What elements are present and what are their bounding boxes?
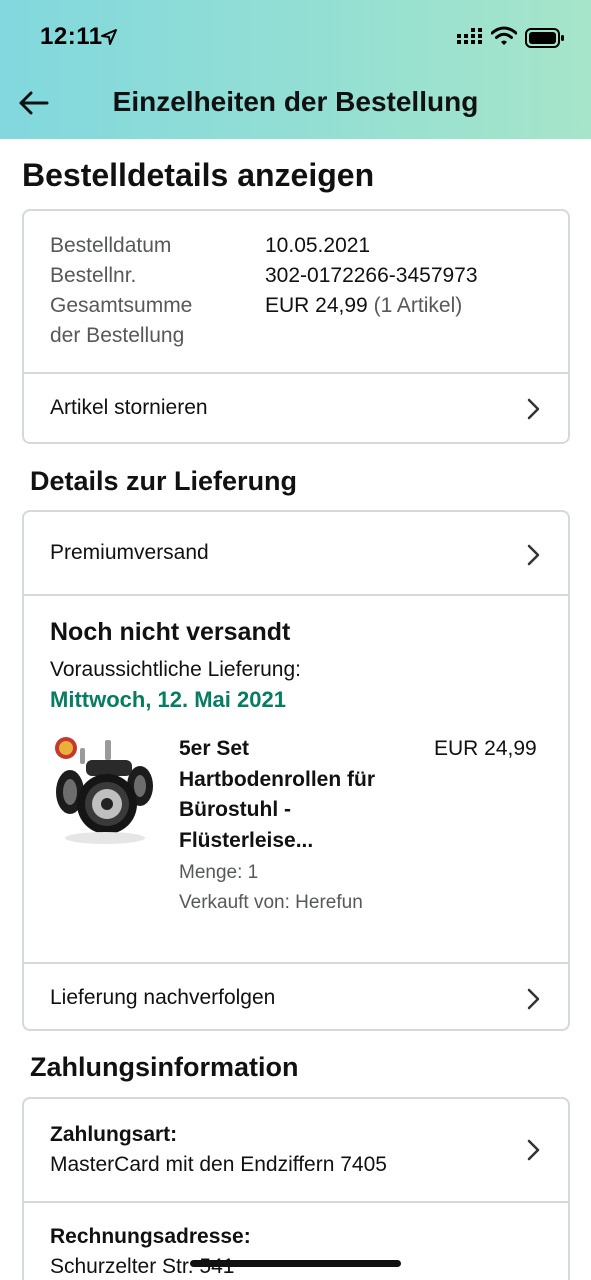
- cancel-items-row[interactable]: Artikel stornieren: [24, 374, 568, 442]
- product-name-line: Bürostuhl -: [179, 798, 291, 821]
- product-quantity: Menge: 1: [179, 862, 259, 883]
- billing-address-value: Schurzelter Str. 541: [50, 1255, 235, 1278]
- order-total-value: EUR 24,99: [265, 294, 368, 317]
- billing-address-label: Rechnungsadresse:: [50, 1225, 251, 1248]
- product-seller: Verkauft von: Herefun: [179, 892, 363, 913]
- shipping-method-row[interactable]: Premiumversand: [24, 512, 568, 594]
- order-total-value-wrap: EUR 24,99 (1 Artikel): [265, 291, 462, 321]
- home-indicator: [190, 1260, 401, 1267]
- track-delivery-row[interactable]: Lieferung nachverfolgen: [24, 964, 568, 1029]
- nav-title: Einzelheiten der Bestellung: [112, 86, 479, 117]
- chevron-right-icon: [527, 988, 540, 1010]
- app-header: 12:11 Einzelheiten der Bestellung: [0, 0, 591, 139]
- delivery-card: Premiumversand Noch nicht versandt Vorau…: [22, 510, 570, 1031]
- status-time: 12:11: [40, 23, 103, 50]
- payment-method-label: Zahlungsart:: [50, 1123, 178, 1146]
- order-number-value: 302-0172266-3457973: [265, 264, 478, 287]
- order-item-count: (1 Artikel): [373, 294, 463, 317]
- product-price: EUR 24,99: [434, 737, 537, 760]
- shipment-status: Noch nicht versandt: [50, 618, 291, 646]
- chevron-right-icon: [527, 1139, 540, 1161]
- divider: [24, 1201, 568, 1203]
- product-name-line: Hartbodenrollen für: [179, 767, 376, 791]
- order-date-value: 10.05.2021: [265, 234, 371, 257]
- divider: [24, 594, 568, 596]
- payment-card: Zahlungsart: MasterCard mit den Endziffe…: [22, 1097, 570, 1280]
- page-title: Bestelldetails anzeigen: [22, 157, 375, 193]
- product-name-line: Flüsterleise...: [179, 828, 314, 852]
- cancel-items-label: Artikel stornieren: [50, 396, 208, 419]
- track-delivery-label: Lieferung nachverfolgen: [50, 986, 276, 1009]
- location-arrow-icon: [101, 29, 117, 45]
- payment-method-row[interactable]: Zahlungsart: MasterCard mit den Endziffe…: [24, 1099, 568, 1201]
- expected-delivery-label: Voraussichtliche Lieferung:: [50, 658, 301, 681]
- product-name[interactable]: 5er Set Hartbodenrollen für Bürostuhl - …: [179, 734, 419, 856]
- order-summary-card: Bestelldatum 10.05.2021 Bestellnr. 302-0…: [22, 209, 570, 444]
- order-total-label-line1: Gesamtsumme: [50, 294, 193, 317]
- order-number-label: Bestellnr.: [50, 264, 137, 287]
- battery-icon: [525, 28, 564, 48]
- product-image[interactable]: [50, 734, 160, 849]
- chevron-right-icon: [527, 398, 540, 420]
- expected-delivery-date: Mittwoch, 12. Mai 2021: [50, 687, 286, 712]
- signal-icon: [457, 28, 482, 44]
- wifi-icon: [491, 26, 517, 45]
- product-name-line: 5er Set: [179, 737, 250, 760]
- delivery-section-title: Details zur Lieferung: [30, 466, 298, 496]
- payment-method-value: MasterCard mit den Endziffern 7405: [50, 1153, 387, 1176]
- order-total-label-line2: der Bestellung: [50, 324, 185, 347]
- shipping-method-label: Premiumversand: [50, 541, 209, 564]
- chevron-right-icon: [527, 544, 540, 566]
- order-total-label: Gesamtsumme der Bestellung: [50, 291, 192, 351]
- order-date-label: Bestelldatum: [50, 234, 172, 257]
- payment-section-title: Zahlungsinformation: [30, 1052, 299, 1082]
